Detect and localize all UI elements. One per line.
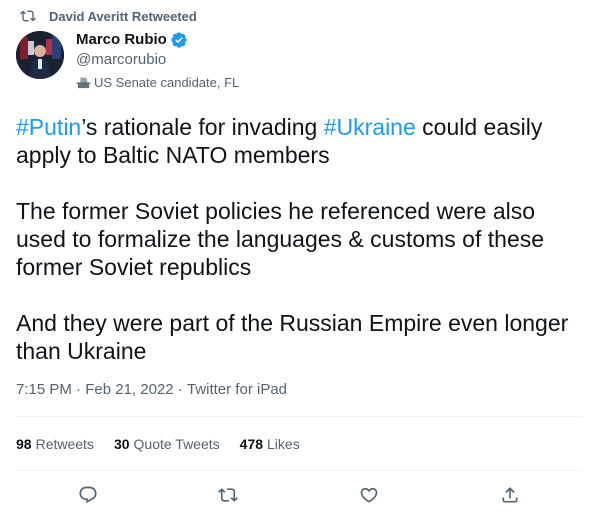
- government-label-text: US Senate candidate, FL: [94, 75, 240, 90]
- tweet-meta: 7:15 PM · Feb 21, 2022 · Twitter for iPa…: [16, 381, 287, 398]
- tweet-paragraph-2: The former Soviet policies he referenced…: [16, 198, 551, 280]
- author-name[interactable]: Marco Rubio: [76, 31, 167, 48]
- retweet-context[interactable]: David Averitt Retweeted: [20, 8, 197, 24]
- meta-separator: ·: [173, 381, 187, 398]
- government-label[interactable]: US Senate candidate, FL: [76, 74, 239, 91]
- tweet-text-fragment: ’s rationale for invading: [81, 114, 324, 140]
- hashtag-putin[interactable]: #Putin: [16, 114, 81, 140]
- retweet-icon: [20, 10, 36, 22]
- reply-icon: [79, 486, 97, 504]
- tweet-paragraph-3: And they were part of the Russian Empire…: [16, 310, 575, 364]
- ballot-box-icon: [76, 77, 91, 89]
- retweets-stat[interactable]: 98 Retweets: [16, 436, 94, 452]
- reply-button[interactable]: [71, 478, 105, 512]
- avatar[interactable]: [16, 31, 64, 79]
- likes-label: Likes: [267, 436, 300, 452]
- share-icon: [502, 487, 518, 503]
- retweets-label: Retweets: [35, 436, 94, 452]
- tweet-time[interactable]: 7:15 PM: [16, 381, 72, 398]
- share-button[interactable]: [493, 478, 527, 512]
- retweet-context-text: David Averitt Retweeted: [49, 8, 197, 24]
- engagement-stats: 98 Retweets 30 Quote Tweets 478 Likes: [16, 434, 320, 454]
- tweet-text: #Putin’s rationale for invading #Ukraine…: [16, 113, 576, 365]
- quote-tweets-label: Quote Tweets: [133, 436, 220, 452]
- quote-tweets-stat[interactable]: 30 Quote Tweets: [114, 436, 220, 452]
- likes-stat[interactable]: 478 Likes: [240, 436, 300, 452]
- likes-count: 478: [239, 436, 264, 452]
- retweets-count: 98: [16, 436, 32, 452]
- author-handle[interactable]: @marcorubio: [76, 51, 239, 70]
- meta-separator: ·: [71, 381, 86, 398]
- like-button[interactable]: [352, 478, 386, 512]
- retweet-icon: [218, 488, 238, 502]
- tweet-source[interactable]: Twitter for iPad: [187, 381, 287, 398]
- retweet-button[interactable]: [211, 478, 245, 512]
- divider: [16, 470, 582, 471]
- like-icon: [360, 487, 378, 503]
- tweet-date[interactable]: Feb 21, 2022: [85, 381, 173, 398]
- hashtag-ukraine[interactable]: #Ukraine: [324, 114, 416, 140]
- quote-tweets-count: 30: [113, 436, 130, 452]
- divider: [16, 416, 582, 417]
- avatar-image: [16, 31, 64, 79]
- verified-badge-icon: [171, 31, 187, 48]
- action-bar: [0, 478, 598, 512]
